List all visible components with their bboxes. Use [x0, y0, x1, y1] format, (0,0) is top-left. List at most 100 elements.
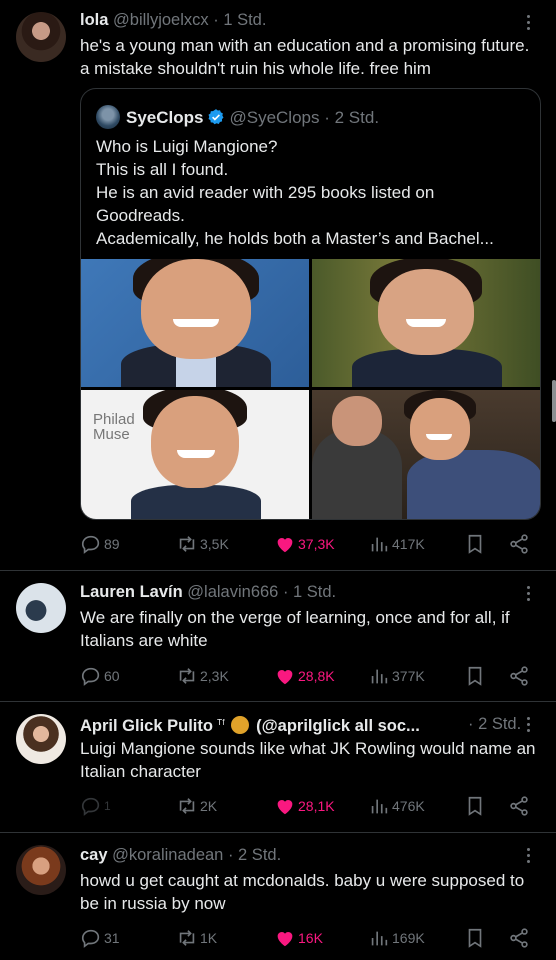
quoted-tweet[interactable]: SyeClops @SyeClops · 2 Std. Who is Luigi … — [80, 88, 541, 520]
tweet[interactable]: April Glick Pulito ᵀᶠ (@aprilglick all so… — [0, 702, 556, 832]
views-button[interactable]: 476K — [368, 794, 425, 818]
retweet-count: 3,5K — [200, 536, 229, 552]
avatar[interactable] — [16, 845, 66, 895]
tweet-header: April Glick Pulito ᵀᶠ (@aprilglick all so… — [80, 714, 468, 736]
retweet-icon — [179, 668, 195, 684]
quote-timestamp: · 2 Std. — [324, 108, 380, 127]
more-icon[interactable] — [520, 12, 536, 32]
timestamp[interactable]: · 2 Std. — [468, 714, 521, 734]
retweet-button[interactable]: 2K — [176, 794, 217, 818]
share-button[interactable] — [508, 794, 532, 818]
photo[interactable] — [312, 390, 540, 519]
share-button[interactable] — [508, 532, 532, 556]
reply-button[interactable]: 31 — [80, 926, 120, 950]
bookmark-icon — [468, 534, 482, 554]
share-icon — [510, 666, 528, 686]
tweet-text: howd u get caught at mcdonalds. baby u w… — [80, 871, 525, 913]
views-icon — [371, 669, 388, 684]
author-handle[interactable]: @lalavin666 — [187, 583, 278, 601]
more-icon[interactable] — [520, 845, 536, 865]
tweet-header: cay @koralinadean · 2 Std. — [80, 845, 516, 865]
views-button[interactable]: 417K — [368, 532, 425, 556]
reply-icon — [81, 929, 100, 948]
like-button[interactable]: 16K — [274, 926, 323, 950]
share-button[interactable] — [508, 664, 532, 688]
bookmark-button[interactable] — [464, 794, 488, 818]
view-count: 476K — [392, 798, 425, 814]
retweet-count: 2,3K — [200, 668, 229, 684]
views-icon — [371, 537, 388, 552]
bookmark-icon — [468, 666, 482, 686]
bookmark-icon — [468, 928, 482, 948]
tweet-actions: 31 1K 16K 169K — [80, 926, 542, 950]
quote-author-handle: @SyeClops — [229, 108, 320, 127]
bookmark-button[interactable] — [464, 532, 488, 556]
quote-avatar — [96, 105, 120, 129]
author-name[interactable]: April Glick Pulito — [80, 717, 213, 735]
photo[interactable] — [312, 259, 540, 387]
photo-grid: Philad Muse — [81, 259, 540, 519]
bookmark-icon — [468, 796, 482, 816]
author-name[interactable]: Lauren Lavín — [80, 583, 183, 601]
like-button[interactable]: 28,1K — [274, 794, 335, 818]
retweet-button[interactable]: 3,5K — [176, 532, 229, 556]
tweet-text: We are finally on the verge of learning,… — [80, 608, 510, 650]
more-icon[interactable] — [520, 714, 536, 734]
reply-count: 31 — [104, 930, 120, 946]
timestamp[interactable]: · 1 Std. — [213, 11, 266, 29]
photo[interactable] — [81, 259, 309, 387]
view-count: 169K — [392, 930, 425, 946]
like-button[interactable]: 37,3K — [274, 532, 335, 556]
photo[interactable]: Philad Muse — [81, 390, 309, 519]
avatar[interactable] — [16, 714, 66, 764]
timestamp[interactable]: · 2 Std. — [228, 846, 281, 864]
author-handle[interactable]: @koralinadean — [112, 846, 223, 864]
share-icon — [510, 928, 528, 948]
retweet-button[interactable]: 2,3K — [176, 664, 229, 688]
tweet[interactable]: cay @koralinadean · 2 Std. howd u get ca… — [0, 833, 556, 960]
views-icon — [371, 799, 388, 814]
like-count: 28,1K — [298, 798, 335, 814]
more-icon[interactable] — [520, 583, 536, 603]
avatar[interactable] — [16, 12, 66, 62]
reply-button[interactable]: 89 — [80, 532, 120, 556]
views-button[interactable]: 377K — [368, 664, 425, 688]
share-button[interactable] — [508, 926, 532, 950]
retweet-count: 1K — [200, 930, 218, 946]
retweet-icon — [179, 798, 195, 814]
retweet-button[interactable]: 1K — [176, 926, 217, 950]
view-count: 377K — [392, 668, 425, 684]
reply-icon — [81, 535, 100, 554]
reply-count: 60 — [104, 668, 120, 684]
reply-button[interactable]: 60 — [80, 664, 120, 688]
author-handle[interactable]: (@aprilglick all soc... — [256, 717, 420, 735]
quote-line: Who is Luigi Mangione? — [96, 137, 278, 156]
reply-count: 89 — [104, 536, 120, 552]
like-button[interactable]: 28,8K — [274, 664, 335, 688]
heart-icon — [277, 800, 293, 815]
reply-button[interactable]: 1 — [80, 794, 111, 818]
author-name[interactable]: cay — [80, 846, 108, 864]
timestamp[interactable]: · 1 Std. — [283, 583, 336, 601]
quote-text: Who is Luigi Mangione? This is all I fou… — [96, 135, 526, 250]
cowboy-emoji-icon — [231, 716, 250, 734]
quote-author-name: SyeClops — [126, 108, 204, 127]
photo-sign: Philad Muse — [93, 411, 135, 443]
avatar[interactable] — [16, 583, 66, 633]
tweet-text: Luigi Mangione sounds like what JK Rowli… — [80, 739, 536, 781]
bookmark-button[interactable] — [464, 926, 488, 950]
bookmark-button[interactable] — [464, 664, 488, 688]
author-name[interactable]: lola — [80, 11, 108, 29]
share-icon — [510, 796, 528, 816]
tweet[interactable]: lola @billyjoelxcx · 1 Std. he's a young… — [0, 0, 556, 570]
share-icon — [510, 534, 528, 554]
retweet-icon — [179, 930, 195, 946]
tweet[interactable]: Lauren Lavín @lalavin666 · 1 Std. We are… — [0, 571, 556, 701]
heart-icon — [277, 670, 293, 685]
scrollbar-thumb[interactable] — [552, 380, 556, 422]
retweet-count: 2K — [200, 798, 218, 814]
like-count: 16K — [298, 930, 323, 946]
tweet-actions: 89 3,5K 37,3K 417K — [80, 532, 542, 556]
author-handle[interactable]: @billyjoelxcx — [113, 11, 209, 29]
views-button[interactable]: 169K — [368, 926, 425, 950]
